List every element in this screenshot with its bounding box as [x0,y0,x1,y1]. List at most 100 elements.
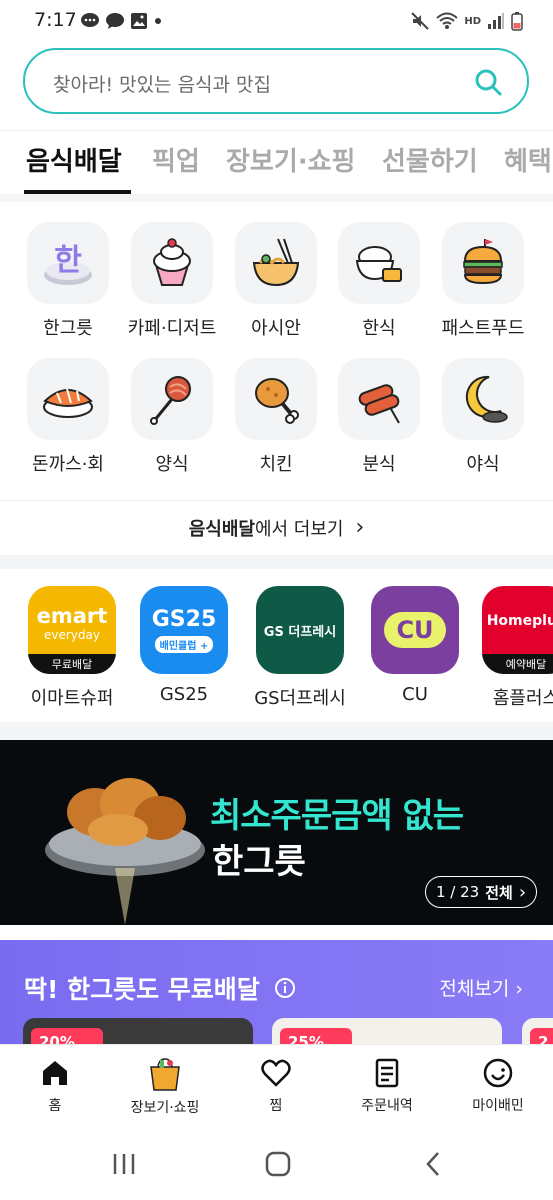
store-gs25[interactable]: GS25 배민클럽 + GS25 [126,586,242,705]
category-label: 아시안 [251,318,301,339]
store-label: GS25 [159,684,209,705]
store-label: GS더프레시 [254,688,346,709]
category-bunsik[interactable]: 분식 [327,358,431,476]
section-divider [0,555,553,569]
back-icon[interactable] [420,1150,448,1178]
more-link-text: 에서 더보기 [254,518,344,540]
store-gs-the-fresh[interactable]: GS 더프레시 GS더프레시 [242,586,358,710]
search-icon[interactable] [473,67,503,97]
status-bar: 7:17 HD [0,0,553,44]
more-dot-icon [155,18,161,24]
tab-food-delivery[interactable]: 음식배달 [26,141,122,178]
nav-label: 장보기·쇼핑 [130,1100,200,1116]
info-icon[interactable] [274,977,296,999]
category-korean[interactable]: 한식 [327,222,431,340]
wifi-icon [436,12,458,29]
signal-icon [488,13,504,29]
category-cafe-dessert[interactable]: 카페·디저트 [120,222,224,340]
category-hangeureut[interactable]: 한 한그릇 [16,222,120,340]
category-western[interactable]: 양식 [120,358,224,476]
chevron-right-icon: › [518,881,527,903]
home-icon [43,1061,67,1085]
banner-subtitle: 한그릇 [212,842,306,882]
nav-label: 주문내역 [361,1098,413,1114]
nav-home[interactable]: 홈 [0,1057,110,1115]
promo-banner[interactable]: 최소주문금액 없는 한그릇 1 / 23 전체 › [0,740,553,925]
notification-icons [80,9,163,33]
homeplus-logo: Homeplus 예약배달 [482,586,553,674]
banner-page-count: 1 / 23 [435,883,480,901]
chicken-leg-icon [255,378,299,424]
rice-bowl-icon [355,246,402,282]
system-navigation-bar [0,1130,553,1200]
hangeureut-bowl-icon: 한 [44,243,92,285]
store-label: 홈플러스 [492,688,553,709]
tab-gift[interactable]: 선물하기 [382,141,478,178]
promo-view-all-link[interactable]: 전체보기 › [439,974,523,1001]
free-delivery-promo-section: 딱! 한그릇도 무료배달 전체보기 › 20% 25% 2 [0,940,553,1060]
moon-icon [465,375,508,423]
more-link-bold: 음식배달 [188,518,255,540]
system-status-icons: HD [410,9,523,33]
nav-label: 홈 [48,1098,62,1114]
store-label: 이마트슈퍼 [30,688,114,709]
search-bar[interactable]: 찾아라! 맛있는 음식과 맛집 [23,48,529,114]
fried-chicken-plate-icon [45,778,205,925]
banner-pager-button[interactable]: 1 / 23 전체 › [425,876,537,908]
hd-voice-label: HD [464,15,481,27]
chevron-right-icon: › [355,515,365,540]
store-emart-everyday[interactable]: emart everyday 무료배달 이마트슈퍼 [14,586,130,710]
sushi-icon [43,388,93,418]
heart-icon [261,1059,291,1087]
chevron-right-icon: › [515,978,523,1000]
tab-benefits[interactable]: 혜택 [504,141,552,178]
nav-grocery-shopping[interactable]: 장보기·쇼핑 [110,1057,220,1117]
store-homeplus[interactable]: Homeplus 예약배달 홈플러스 [468,586,553,710]
section-divider [0,722,553,740]
burger-icon [463,239,503,285]
free-delivery-badge: 무료배달 [28,654,116,674]
home-button-icon[interactable] [264,1150,292,1178]
cupcake-icon [153,238,191,286]
store-label: CU [402,684,428,705]
category-asian[interactable]: 아시안 [224,222,328,340]
category-label: 한그릇 [43,318,93,339]
nav-label: 마이배민 [472,1098,524,1114]
category-chicken[interactable]: 치킨 [224,358,328,476]
profile-face-icon [483,1058,513,1088]
category-label: 돈까스·회 [32,454,104,475]
section-divider [0,194,553,202]
bottom-navigation: 홈 장보기·쇼핑 찜 주문내역 마이배민 [0,1044,553,1130]
promo-title: 딱! 한그릇도 무료배달 [24,975,260,1004]
grocery-bag-icon [150,1058,180,1091]
category-label: 치킨 [259,454,293,475]
search-input[interactable]: 찾아라! 맛있는 음식과 맛집 [53,70,271,97]
nav-favorites[interactable]: 찜 [221,1057,331,1115]
nav-my-baemin[interactable]: 마이배민 [443,1057,553,1115]
nav-label: 찜 [269,1098,283,1114]
store-cu[interactable]: CU CU [357,586,473,705]
gs25-logo: GS25 배민클럽 + [140,586,228,674]
category-label: 양식 [155,454,189,475]
status-time: 7:17 [34,9,77,31]
category-label: 패스트푸드 [441,318,525,339]
mute-icon [411,12,430,30]
battery-icon [511,12,523,31]
food-delivery-more-link[interactable]: 음식배달 에서 더보기 › [0,500,553,554]
hangeureut-glyph: 한 [54,243,82,278]
category-label: 한식 [362,318,396,339]
noodle-bowl-icon [252,238,300,287]
tab-pickup[interactable]: 픽업 [152,141,200,178]
category-late-night[interactable]: 야식 [431,358,535,476]
nav-order-history[interactable]: 주문내역 [332,1057,442,1115]
category-fast-food[interactable]: 패스트푸드 [431,222,535,340]
category-donkatsu-sashimi[interactable]: 돈까스·회 [16,358,120,476]
emart-logo: emart everyday 무료배달 [28,586,116,674]
tab-grocery-shopping[interactable]: 장보기·쇼핑 [226,141,355,178]
category-label: 분식 [362,454,396,475]
recent-apps-icon[interactable] [110,1150,138,1178]
tteokbokki-icon [358,384,400,424]
chat-notification-icon [81,13,99,27]
banner-title: 최소주문금액 없는 [210,796,464,836]
reservation-delivery-badge: 예약배달 [482,654,553,674]
